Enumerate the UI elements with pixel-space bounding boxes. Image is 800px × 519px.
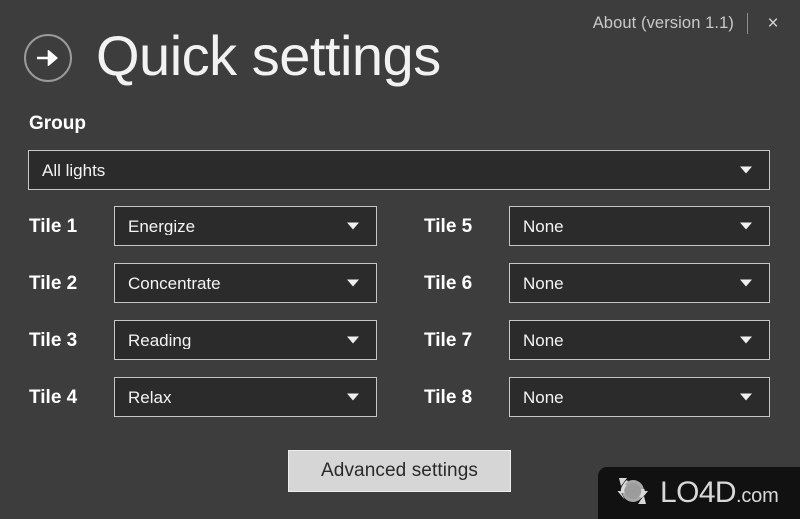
watermark-name: LO4D [660, 476, 737, 509]
title-bar: About (version 1.1) × [593, 10, 784, 36]
chevron-down-icon [740, 336, 752, 344]
arrow-right-circle-icon[interactable] [24, 34, 72, 82]
tile-select-8-value: None [523, 388, 564, 406]
about-link[interactable]: About (version 1.1) [593, 15, 734, 32]
tile-label-5: Tile 5 [424, 215, 473, 237]
advanced-settings-button[interactable]: Advanced settings [288, 450, 511, 492]
tile-row: Tile 7 None [0, 320, 800, 360]
tile-select-8[interactable]: None [509, 377, 770, 417]
chevron-down-icon [740, 222, 752, 230]
topbar-separator [747, 12, 748, 34]
tile-label-6: Tile 6 [424, 272, 473, 294]
page-title: Quick settings [96, 24, 441, 87]
group-label: Group [29, 113, 86, 134]
chevron-down-icon [740, 166, 752, 174]
header: Quick settings [24, 24, 441, 87]
tile-row: Tile 5 None [0, 206, 800, 246]
chevron-down-icon [740, 279, 752, 287]
chevron-down-icon [740, 393, 752, 401]
tile-row: Tile 8 None [0, 377, 800, 417]
tile-label-7: Tile 7 [424, 329, 473, 351]
quick-settings-window: About (version 1.1) × Quick settings Gro… [0, 0, 800, 519]
tile-select-6[interactable]: None [509, 263, 770, 303]
group-select-value: All lights [42, 161, 106, 179]
watermark-suffix: .com [735, 485, 779, 507]
tile-select-7[interactable]: None [509, 320, 770, 360]
tile-select-7-value: None [523, 331, 564, 349]
tile-select-5[interactable]: None [509, 206, 770, 246]
tile-label-8: Tile 8 [424, 386, 473, 408]
watermark: LO4D.com [598, 467, 800, 519]
watermark-text: LO4D.com [660, 478, 779, 508]
close-icon[interactable]: × [762, 14, 784, 33]
circular-arrows-logo-icon [610, 474, 654, 513]
tile-select-6-value: None [523, 274, 564, 292]
tile-select-5-value: None [523, 217, 564, 235]
group-select[interactable]: All lights [28, 150, 770, 190]
tile-row: Tile 6 None [0, 263, 800, 303]
